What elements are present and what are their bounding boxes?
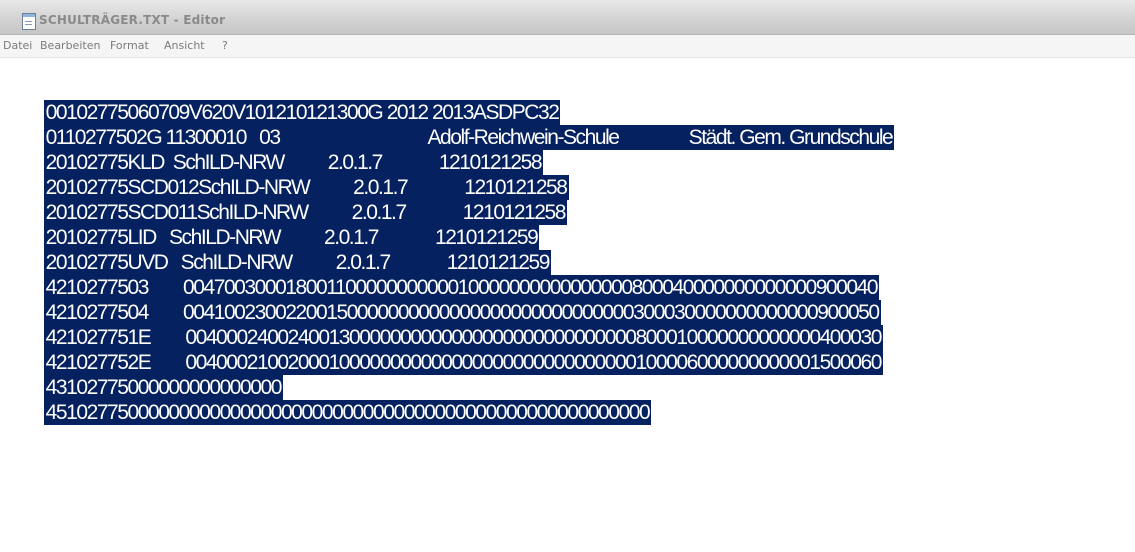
- text-line: 4210277504 00410023002200150000000000000…: [17, 282, 881, 325]
- menu-ansicht[interactable]: Ansicht: [164, 39, 205, 52]
- menu-bar: Datei Bearbeiten Format Ansicht ?: [0, 35, 1135, 58]
- menu-help[interactable]: ?: [222, 39, 228, 52]
- text-line: 20102775LID SchILD-NRW 2.0.1.7 121012125…: [17, 207, 540, 250]
- text-line: 0110277502G 11300010 03 Adolf-Reichwein-…: [17, 107, 895, 150]
- text-line: 00102775060709V620V101210121300G 2012 20…: [17, 82, 561, 125]
- text-line: 20102775SCD011SchILD-NRW 2.0.1.7 1210121…: [17, 182, 567, 225]
- text-line: 43102775000000000000000: [17, 357, 283, 400]
- text-line: 421027752E 00400021002000100000000000000…: [17, 332, 883, 375]
- editor-left-margin: [0, 58, 17, 552]
- menu-format[interactable]: Format: [110, 39, 149, 52]
- title-bar[interactable]: SCHULTRÄGER.TXT - Editor: [0, 0, 1135, 35]
- text-line: 20102775UVD SchILD-NRW 2.0.1.7 121012125…: [17, 232, 551, 275]
- text-line: 421027751E 00400024002400130000000000000…: [17, 307, 883, 350]
- selected-text: 4510277500000000000000000000000000000000…: [43, 400, 652, 425]
- text-editor-area[interactable]: 00102775060709V620V101210121300G 2012 20…: [0, 58, 1135, 552]
- menu-bearbeiten[interactable]: Bearbeiten: [40, 39, 100, 52]
- text-line: 4210277503 00470030001800110000000000010…: [17, 257, 880, 300]
- menu-datei[interactable]: Datei: [3, 39, 32, 52]
- text-line: 20102775KLD SchILD-NRW 2.0.1.7 121012125…: [17, 132, 544, 175]
- text-line: 4510277500000000000000000000000000000000…: [17, 382, 652, 425]
- editor-window: SCHULTRÄGER.TXT - Editor Datei Bearbeite…: [0, 0, 1135, 552]
- notepad-icon: [22, 13, 36, 30]
- window-title: SCHULTRÄGER.TXT - Editor: [39, 13, 226, 27]
- text-line: 20102775SCD012SchILD-NRW 2.0.1.7 1210121…: [17, 157, 569, 200]
